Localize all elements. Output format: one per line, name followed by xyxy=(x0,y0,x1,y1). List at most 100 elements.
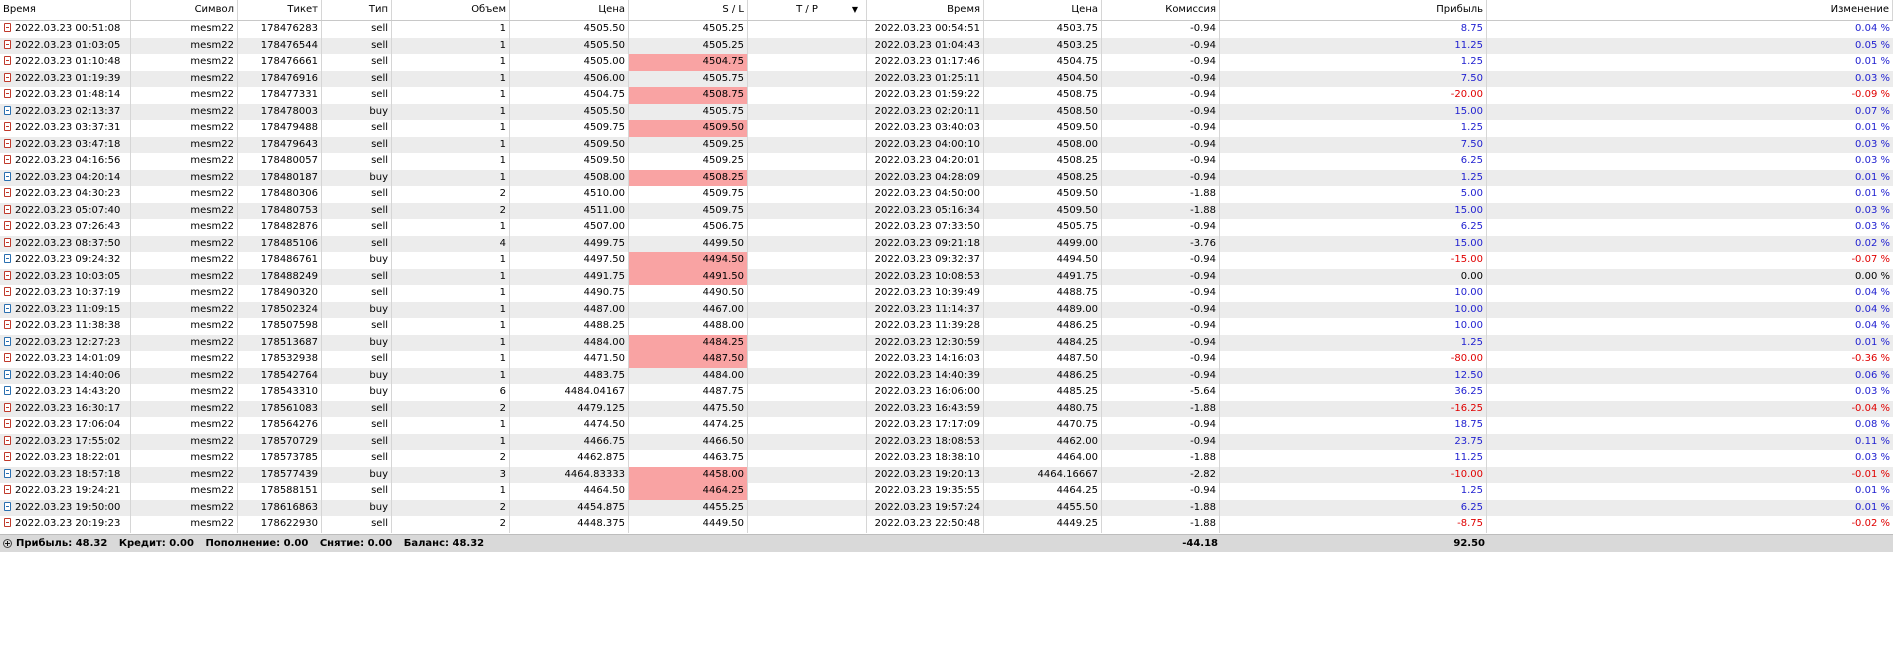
commission-cell: -0.94 xyxy=(1102,252,1220,269)
table-row[interactable]: 2022.03.23 09:24:32 mesm22 178486761 buy 1 44… xyxy=(0,252,1893,269)
table-row[interactable]: 2022.03.23 17:55:02 mesm22 178570729 sell 1 4… xyxy=(0,433,1893,450)
type-cell: sell xyxy=(322,483,392,500)
change-cell: 0.07 % xyxy=(1855,105,1890,117)
table-row[interactable]: 2022.03.23 14:40:06 mesm22 178542764 buy 1 44… xyxy=(0,367,1893,384)
change-cell: -0.36 % xyxy=(1851,353,1890,364)
symbol-cell: mesm22 xyxy=(131,499,238,516)
close-time-cell: 2022.03.23 12:30:59 xyxy=(867,334,984,351)
close-time-cell: 2022.03.23 01:25:11 xyxy=(867,70,984,87)
tp-cell xyxy=(748,70,867,87)
open-time-cell: 2022.03.23 04:16:56 xyxy=(0,153,131,170)
header-commission[interactable]: Комиссия xyxy=(1102,0,1220,20)
close-time-cell: 2022.03.23 22:50:48 xyxy=(867,516,984,533)
close-price-cell: 4505.75 xyxy=(984,219,1102,236)
table-row[interactable]: 2022.03.23 19:50:00 mesm22 178616863 buy 2 44… xyxy=(0,499,1893,516)
table-row[interactable]: 2022.03.23 10:37:19 mesm22 178490320 sell 1 4… xyxy=(0,285,1893,302)
header-price[interactable]: Цена xyxy=(510,0,629,20)
volume-cell: 1 xyxy=(392,21,510,38)
header-close-price[interactable]: Цена xyxy=(984,0,1102,20)
table-row[interactable]: 2022.03.23 18:22:01 mesm22 178573785 sell 2 4… xyxy=(0,450,1893,467)
open-time-cell: 2022.03.23 03:47:18 xyxy=(0,136,131,153)
table-row[interactable]: 2022.03.23 11:09:15 mesm22 178502324 buy 1 44… xyxy=(0,301,1893,318)
type-cell: buy xyxy=(322,384,392,401)
close-time-cell: 2022.03.23 17:17:09 xyxy=(867,417,984,434)
summary-bar: + Прибыль: 48.32 Кредит: 0.00 Пополнение… xyxy=(0,534,1893,552)
table-row[interactable]: 2022.03.23 10:03:05 mesm22 178488249 sell 1 4… xyxy=(0,268,1893,285)
table-row[interactable]: 2022.03.23 04:30:23 mesm22 178480306 sell 2 4… xyxy=(0,186,1893,203)
table-row[interactable]: 2022.03.23 01:03:05 mesm22 178476544 sell 1 4… xyxy=(0,37,1893,54)
change-cell: 0.01 % xyxy=(1855,171,1890,183)
table-row[interactable]: 2022.03.23 19:24:21 mesm22 178588151 sell 1 4… xyxy=(0,483,1893,500)
buy-order-icon xyxy=(4,303,11,313)
change-cell: -0.07 % xyxy=(1851,254,1890,265)
header-symbol[interactable]: Символ xyxy=(131,0,238,20)
symbol-cell: mesm22 xyxy=(131,235,238,252)
symbol-cell: mesm22 xyxy=(131,103,238,120)
ticket-cell: 178502324 xyxy=(238,301,322,318)
tp-cell xyxy=(748,219,867,236)
table-row[interactable]: 2022.03.23 01:48:14 mesm22 178477331 sell 1 4… xyxy=(0,87,1893,104)
ticket-cell: 178485106 xyxy=(238,235,322,252)
table-row[interactable]: 2022.03.23 08:37:50 mesm22 178485106 sell 4 4… xyxy=(0,235,1893,252)
volume-cell: 2 xyxy=(392,516,510,533)
table-row[interactable]: 2022.03.23 07:26:43 mesm22 178482876 sell 1 4… xyxy=(0,219,1893,236)
close-price-cell: 4499.00 xyxy=(984,235,1102,252)
table-row[interactable]: 2022.03.23 14:01:09 mesm22 178532938 sell 1 4… xyxy=(0,351,1893,368)
sell-order-icon xyxy=(4,419,11,428)
table-row[interactable]: 2022.03.23 17:06:04 mesm22 178564276 sell 1 4… xyxy=(0,417,1893,434)
ticket-cell: 178486761 xyxy=(238,252,322,269)
type-cell: sell xyxy=(322,202,392,219)
change-cell: 0.04 % xyxy=(1855,23,1890,34)
type-cell: sell xyxy=(322,351,392,368)
table-row[interactable]: 2022.03.23 03:37:31 mesm22 178479488 sell 1 4… xyxy=(0,120,1893,137)
table-row[interactable]: 2022.03.23 01:19:39 mesm22 178476916 sell 1 4… xyxy=(0,70,1893,87)
header-open-time[interactable]: Время xyxy=(0,0,131,20)
commission-cell: -2.82 xyxy=(1102,466,1220,483)
table-row[interactable]: 2022.03.23 04:16:56 mesm22 178480057 sell 1 4… xyxy=(0,153,1893,170)
price-cell: 4497.50 xyxy=(510,252,629,269)
open-time-cell: 2022.03.23 20:19:23 xyxy=(0,516,131,533)
header-sl[interactable]: S / L xyxy=(629,0,748,20)
table-row[interactable]: 2022.03.23 20:19:23 mesm22 178622930 sell 2 4… xyxy=(0,516,1893,533)
expand-plus-icon[interactable]: + xyxy=(3,539,12,548)
price-cell: 4505.00 xyxy=(510,54,629,71)
header-close-time[interactable]: Время xyxy=(867,0,984,20)
sl-cell: 4505.75 xyxy=(629,103,748,120)
tp-cell xyxy=(748,334,867,351)
open-time-cell: 2022.03.23 18:57:18 xyxy=(0,466,131,483)
table-row[interactable]: 2022.03.23 01:10:48 mesm22 178476661 sell 1 4… xyxy=(0,54,1893,71)
change-cell: 0.04 % xyxy=(1855,287,1890,298)
header-profit[interactable]: Прибыль xyxy=(1220,0,1487,20)
sort-down-arrow-icon[interactable]: ▼ xyxy=(852,0,858,20)
open-time-cell: 2022.03.23 01:03:05 xyxy=(0,37,131,54)
table-row[interactable]: 2022.03.23 16:30:17 mesm22 178561083 sell 2 4… xyxy=(0,400,1893,417)
table-row[interactable]: 2022.03.23 03:47:18 mesm22 178479643 sell 1 4… xyxy=(0,136,1893,153)
table-row[interactable]: 2022.03.23 04:20:14 mesm22 178480187 buy 1 45… xyxy=(0,169,1893,186)
change-cell: 0.01 % xyxy=(1855,188,1890,199)
open-time-text: 2022.03.23 14:40:06 xyxy=(15,369,121,381)
commission-cell: -0.94 xyxy=(1102,153,1220,170)
header-ticket[interactable]: Тикет xyxy=(238,0,322,20)
commission-cell: -0.94 xyxy=(1102,301,1220,318)
sl-cell: 4488.00 xyxy=(629,318,748,335)
ticket-cell: 178532938 xyxy=(238,351,322,368)
type-cell: buy xyxy=(322,367,392,384)
table-row[interactable]: 2022.03.23 14:43:20 mesm22 178543310 buy 6 44… xyxy=(0,384,1893,401)
header-change[interactable]: Изменение xyxy=(1487,0,1893,20)
close-price-cell: 4462.00 xyxy=(984,433,1102,450)
table-row[interactable]: 2022.03.23 05:07:40 mesm22 178480753 sell 2 4… xyxy=(0,202,1893,219)
table-row[interactable]: 2022.03.23 11:38:38 mesm22 178507598 sell 1 4… xyxy=(0,318,1893,335)
summary-credit: Кредит: 0.00 xyxy=(118,538,194,549)
table-row[interactable]: 2022.03.23 00:51:08 mesm22 178476283 sell 1 4… xyxy=(0,21,1893,38)
close-price-cell: 4464.16667 xyxy=(984,466,1102,483)
table-row[interactable]: 2022.03.23 18:57:18 mesm22 178577439 buy 3 44… xyxy=(0,466,1893,483)
table-row[interactable]: 2022.03.23 02:13:37 mesm22 178478003 buy 1 45… xyxy=(0,103,1893,120)
header-volume[interactable]: Объем xyxy=(392,0,510,20)
header-type[interactable]: Тип xyxy=(322,0,392,20)
commission-cell: -1.88 xyxy=(1102,499,1220,516)
close-time-cell: 2022.03.23 05:16:34 xyxy=(867,202,984,219)
ticket-cell: 178577439 xyxy=(238,466,322,483)
table-row[interactable]: 2022.03.23 12:27:23 mesm22 178513687 buy 1 44… xyxy=(0,334,1893,351)
header-tp[interactable]: T / P ▼ xyxy=(748,0,867,20)
type-cell: sell xyxy=(322,37,392,54)
